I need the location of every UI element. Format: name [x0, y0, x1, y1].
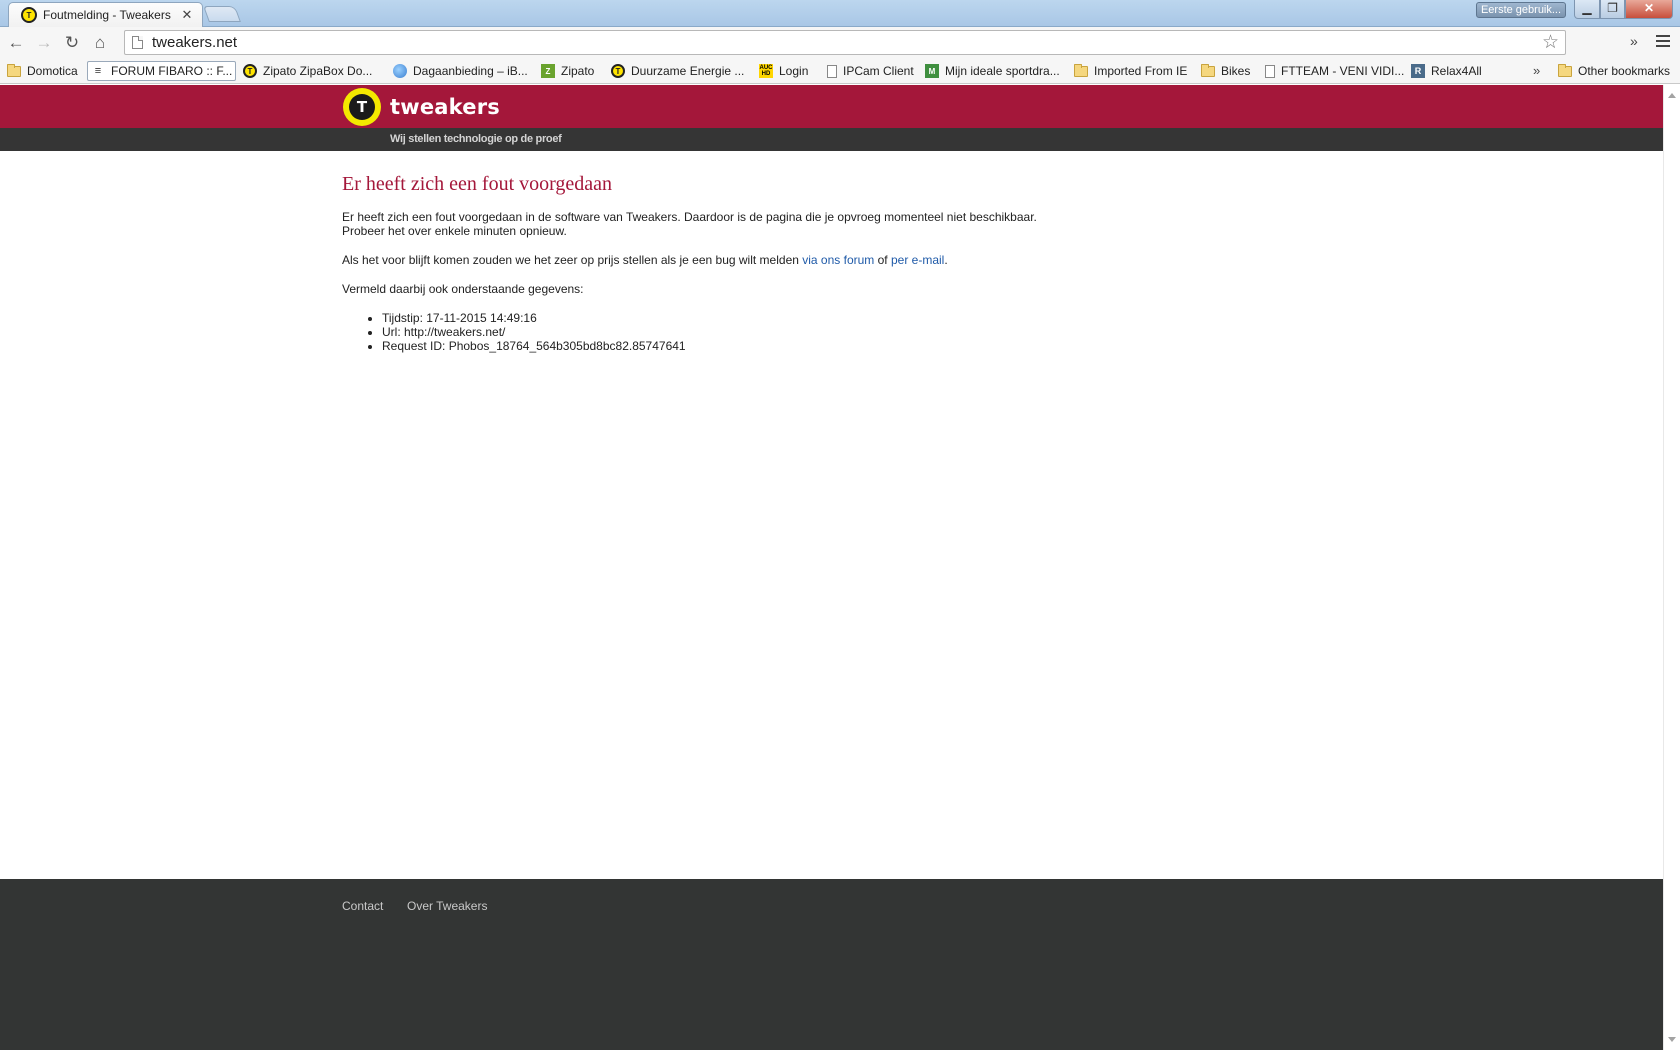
details-intro: Vermeld daarbij ook onderstaande gegeven… [342, 282, 584, 296]
folder-icon [7, 63, 21, 77]
folder-icon [1558, 63, 1572, 77]
page-icon [827, 64, 837, 78]
fibaro-icon: ≡ [94, 65, 102, 77]
tab-title: Foutmelding - Tweakers [43, 8, 171, 22]
bookmark-item[interactable]: T Duurzame Energie ... [608, 61, 747, 81]
site-tagline: Wij stellen technologie op de proef [390, 133, 562, 145]
other-bookmarks[interactable]: Other bookmarks [1555, 61, 1673, 81]
bookmark-label: Bikes [1221, 64, 1251, 78]
site-footer: Contact Over Tweakers [0, 879, 1663, 1050]
bookmark-label: Dagaanbieding – iB... [413, 64, 528, 78]
email-link[interactable]: per e-mail [891, 253, 944, 267]
bookmark-label: Imported From IE [1094, 64, 1188, 78]
site-header: T tweakers [0, 85, 1663, 128]
folder-icon [1074, 63, 1088, 77]
tweakers-logo[interactable]: T tweakers [343, 88, 500, 126]
sport-icon: M [925, 64, 939, 78]
reload-icon[interactable]: ↻ [60, 31, 84, 55]
tab-close-icon[interactable]: ✕ [180, 7, 194, 23]
bookmark-item[interactable]: Z Zipato [538, 61, 597, 81]
bookmark-item[interactable]: Imported From IE [1071, 61, 1190, 81]
window-close-button[interactable]: ✕ [1625, 0, 1673, 19]
footer-contact-link[interactable]: Contact [342, 899, 383, 913]
bookmark-label: Other bookmarks [1578, 64, 1671, 78]
tweakers-logo-icon: T [343, 88, 381, 126]
scroll-up-icon[interactable] [1668, 93, 1676, 98]
relax-icon: R [1411, 64, 1425, 78]
new-tab-button[interactable] [203, 6, 241, 22]
web-page: T tweakers Wij stellen technologie op de… [0, 85, 1663, 1050]
bookmark-label: Mijn ideale sportdra... [945, 64, 1060, 78]
bookmark-item[interactable]: Domotica [4, 61, 81, 81]
bookmark-label: IPCam Client [843, 64, 914, 78]
auc-hd-icon: AUC HD [759, 64, 773, 78]
bookmark-label: Duurzame Energie ... [631, 64, 745, 78]
bookmark-item[interactable]: R Relax4All [1408, 61, 1485, 81]
error-content: Er heeft zich een fout voorgedaan Er hee… [342, 173, 1242, 353]
page-icon [132, 36, 143, 49]
bookmark-label: Domotica [27, 64, 78, 78]
forum-link[interactable]: via ons forum [802, 253, 874, 267]
tweakers-favicon-icon: T [21, 7, 37, 23]
bookmark-label: Relax4All [1431, 64, 1482, 78]
page-scrollbar[interactable] [1663, 85, 1680, 1050]
globe-icon [393, 64, 407, 78]
browser-toolbar: ← → ↻ ⌂ tweakers.net ☆ » [0, 27, 1680, 58]
address-bar[interactable]: tweakers.net ☆ [124, 30, 1566, 55]
detail-request-id: Request ID: Phobos_18764_564b305bd8bc82.… [382, 339, 1242, 353]
bookmark-label: Zipato ZipaBox Do... [263, 64, 373, 78]
page-icon [1265, 64, 1275, 78]
footer-about-link[interactable]: Over Tweakers [407, 899, 487, 913]
window-restore-button[interactable]: ❐ [1600, 0, 1625, 19]
error-title: Er heeft zich een fout voorgedaan [342, 173, 613, 195]
home-icon[interactable]: ⌂ [88, 31, 112, 55]
zipato-icon: Z [541, 64, 555, 78]
bookmark-item[interactable]: ≡ FORUM FIBARO :: F... [87, 61, 237, 81]
folder-icon [1201, 63, 1215, 77]
bookmarks-overflow-icon[interactable]: » [1533, 63, 1540, 78]
back-arrow-icon[interactable]: ← [4, 31, 28, 55]
bookmarks-bar: Domotica ≡ FORUM FIBARO :: F... T Zipato Z… [0, 58, 1680, 84]
bookmark-item[interactable]: M Mijn ideale sportdra... [922, 61, 1063, 81]
address-bar-url[interactable]: tweakers.net [152, 34, 1542, 51]
bookmark-item[interactable]: Bikes [1198, 61, 1253, 81]
bookmark-item[interactable]: IPCam Client [824, 61, 917, 81]
bookmark-star-icon[interactable]: ☆ [1542, 31, 1559, 54]
extensions-overflow-icon[interactable]: » [1630, 33, 1638, 49]
bookmark-item[interactable]: T Zipato ZipaBox Do... [240, 61, 375, 81]
profile-button[interactable]: Eerste gebruik... [1476, 2, 1566, 18]
bookmark-item[interactable]: FTTEAM - VENI VIDI... [1262, 61, 1407, 81]
detail-timestamp: Tijdstip: 17-11-2015 14:49:16 [382, 311, 1242, 325]
window-minimize-button[interactable]: ▁ [1574, 0, 1600, 19]
bookmark-label: Login [779, 64, 809, 78]
logo-text: tweakers [390, 95, 500, 119]
detail-url: Url: http://tweakers.net/ [382, 325, 1242, 339]
site-subbar: Wij stellen technologie op de proef [0, 128, 1663, 151]
browser-tab-active[interactable]: T Foutmelding - Tweakers ✕ [8, 2, 203, 27]
scroll-down-icon[interactable] [1668, 1037, 1676, 1042]
bookmark-label: FTTEAM - VENI VIDI... [1281, 64, 1405, 78]
tweakers-icon: T [243, 64, 257, 78]
bookmark-item[interactable]: AUC HD Login [756, 61, 811, 81]
report-instructions: Als het voor blijft komen zouden we het … [342, 253, 948, 267]
bookmark-item[interactable]: Dagaanbieding – iB... [390, 61, 531, 81]
bookmark-label: Zipato [561, 64, 595, 78]
error-description: Er heeft zich een fout voorgedaan in de … [342, 210, 1037, 238]
forward-arrow-icon[interactable]: → [32, 31, 56, 55]
error-details-list: Tijdstip: 17-11-2015 14:49:16 Url: http:… [382, 311, 1242, 353]
bookmark-label: FORUM FIBARO :: F... [111, 64, 233, 78]
browser-menu-icon[interactable] [1655, 33, 1671, 49]
tweakers-icon: T [611, 64, 625, 78]
browser-titlebar: T Foutmelding - Tweakers ✕ Eerste gebrui… [0, 0, 1680, 27]
